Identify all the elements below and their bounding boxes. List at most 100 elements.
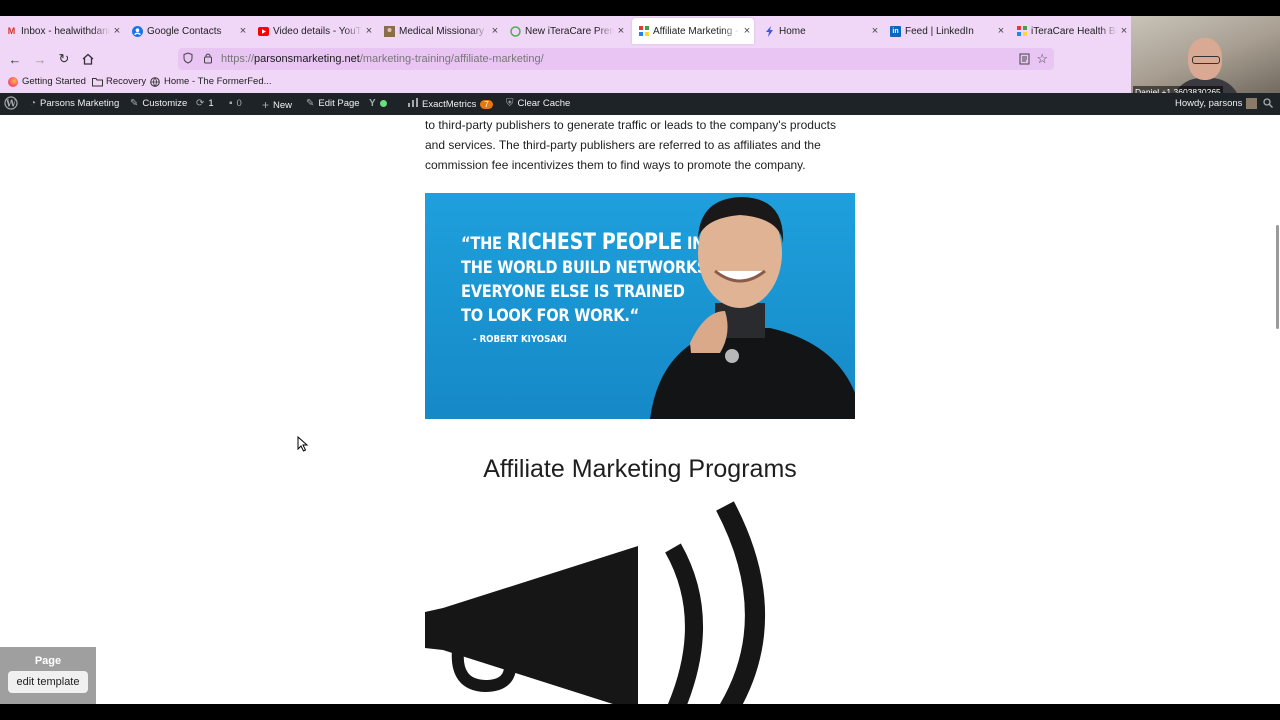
reload-icon[interactable]: ↻: [55, 50, 73, 68]
yoast-icon: Y: [369, 98, 376, 109]
tab-google-contacts[interactable]: Google Contacts ×: [126, 18, 250, 44]
admin-clear-cache[interactable]: ⛨ Clear Cache: [506, 98, 570, 109]
admin-comments[interactable]: ▪ 0: [229, 98, 242, 109]
bookmark-formerfed[interactable]: Home - The FormerFed...: [150, 76, 272, 87]
navigation-bar: ← → ↻ https://parsonsmarketing.net/marke…: [0, 46, 1131, 72]
back-arrow-icon[interactable]: ←: [6, 50, 24, 68]
bolt-icon: [764, 25, 775, 37]
mouse-cursor-icon: [297, 436, 309, 452]
youtube-icon: [258, 26, 269, 37]
brush-icon: ✎: [130, 98, 139, 109]
admin-howdy[interactable]: Howdy, parsons: [1175, 98, 1258, 109]
exactmetrics-badge: 7: [480, 99, 493, 109]
comment-icon: ▪: [229, 98, 233, 109]
panel-label: Page: [34, 655, 62, 667]
portrait-illustration: [650, 197, 855, 419]
admin-exactmetrics[interactable]: ExactMetrics 7: [408, 98, 493, 110]
admin-updates[interactable]: ⟳ 1: [196, 98, 214, 109]
bookmark-recovery[interactable]: Recovery: [92, 76, 146, 87]
top-black-border: [0, 0, 1280, 16]
tab-linkedin[interactable]: in Feed | LinkedIn ×: [884, 18, 1008, 44]
quote-line: “THE: [461, 234, 502, 254]
image-icon: [384, 25, 395, 37]
reader-view-icon[interactable]: [1019, 53, 1030, 68]
tab-home[interactable]: Home ×: [758, 18, 882, 44]
close-icon[interactable]: ×: [740, 25, 754, 37]
admin-yoast[interactable]: Y: [369, 98, 387, 109]
close-icon[interactable]: ×: [1117, 25, 1131, 37]
edit-template-button[interactable]: edit template: [8, 671, 88, 693]
page-content: to third-party publishers to generate tr…: [0, 115, 1280, 704]
dashboard-icon: ◔: [30, 98, 37, 109]
kiyosaki-quote-image: “THE RICHEST PEOPLE IN THE WORLD BUILD N…: [425, 193, 855, 419]
bookmarks-bar: Getting Started Recovery Home - The Form…: [0, 72, 1131, 93]
close-icon[interactable]: ×: [868, 25, 882, 37]
close-icon[interactable]: ×: [488, 25, 502, 37]
forward-arrow-icon[interactable]: →: [31, 50, 49, 68]
tab-label: Affiliate Marketing - P: [653, 25, 740, 37]
home-icon[interactable]: [79, 50, 97, 68]
paragraph-line: and services. The third-party publishers…: [425, 138, 821, 152]
tab-gmail[interactable]: M Inbox - healwithdaniel ×: [0, 18, 124, 44]
comments-count: 0: [236, 98, 242, 109]
svg-text:W: W: [5, 100, 17, 110]
folder-icon: [92, 77, 103, 87]
clear-cache-label: Clear Cache: [517, 98, 571, 109]
address-bar[interactable]: https://parsonsmarketing.net/marketing-t…: [178, 48, 1054, 70]
linkedin-icon: in: [890, 25, 901, 37]
star-icon[interactable]: ☆: [1036, 51, 1048, 67]
lock-icon[interactable]: [203, 52, 217, 67]
plus-icon: +: [262, 98, 270, 112]
wordpress-logo-icon[interactable]: W: [4, 96, 18, 110]
customize-label: Customize: [142, 98, 188, 109]
tab-label: Google Contacts: [147, 25, 222, 37]
search-icon[interactable]: [1263, 98, 1273, 108]
paragraph-line: to third-party publishers to generate tr…: [425, 118, 836, 132]
leaf-icon: [510, 25, 521, 37]
bottom-black-border: [0, 704, 1280, 720]
webcam-overlay: Daniel +1 3603830265: [1131, 16, 1280, 98]
bookmark-label: Recovery: [106, 76, 147, 87]
bookmark-getting-started[interactable]: Getting Started: [8, 76, 86, 87]
exactmetrics-label: ExactMetrics: [422, 98, 477, 110]
close-icon[interactable]: ×: [994, 25, 1008, 37]
google-contacts-icon: [132, 25, 143, 37]
close-icon[interactable]: ×: [110, 25, 124, 37]
url-host: parsonsmarketing.net: [254, 53, 360, 65]
url-path: /marketing-training/affiliate-marketing/: [359, 53, 544, 65]
close-icon[interactable]: ×: [362, 25, 376, 37]
edit-page-label: Edit Page: [318, 98, 360, 109]
page-scrollbar[interactable]: [1274, 115, 1280, 704]
tab-affiliate-marketing[interactable]: Affiliate Marketing - P ×: [632, 18, 754, 44]
scrollbar-thumb[interactable]: [1276, 225, 1279, 329]
firefox-icon: [8, 76, 18, 87]
admin-customize[interactable]: ✎ Customize: [130, 98, 187, 109]
howdy-label: Howdy, parsons: [1175, 98, 1243, 109]
tab-label: Feed | LinkedIn: [905, 25, 974, 37]
close-icon[interactable]: ×: [614, 25, 628, 37]
url-text[interactable]: https://parsonsmarketing.net/marketing-t…: [221, 53, 544, 65]
admin-edit-page[interactable]: ✎ Edit Page: [306, 98, 360, 109]
wp-admin-bar: W ◔ Parsons Marketing ✎ Customize ⟳ 1 ▪ …: [0, 93, 1280, 115]
tab-youtube[interactable]: Video details - YouTube ×: [252, 18, 376, 44]
avatar: [1246, 98, 1258, 109]
bar-chart-icon: [408, 98, 418, 110]
seo-status-dot: [379, 100, 387, 107]
admin-site-name[interactable]: ◔ Parsons Marketing: [30, 98, 119, 109]
url-scheme: https://: [221, 53, 255, 65]
updates-count: 1: [208, 98, 214, 109]
cache-icon: ⛨: [506, 98, 514, 109]
paragraph-line: commission fee incentivizes them to find…: [425, 158, 806, 172]
admin-new[interactable]: + New: [262, 98, 292, 112]
shield-icon[interactable]: [183, 51, 195, 67]
tab-iteracare-blog[interactable]: iTeraCare Health Blow ×: [1010, 18, 1131, 44]
globe-icon: [150, 76, 160, 87]
grid-icon: [1016, 26, 1027, 37]
gmail-icon: M: [7, 26, 16, 36]
bookmark-label: Home - The FormerFed...: [164, 76, 272, 87]
grid-icon: [638, 26, 649, 37]
tab-medical-missionary[interactable]: Medical Missionary ×: [378, 18, 502, 44]
close-icon[interactable]: ×: [236, 25, 250, 37]
tab-iteracare-premium[interactable]: New iTeraCare Premium ×: [504, 18, 628, 44]
tab-label: Inbox - healwithdaniel: [21, 25, 110, 37]
